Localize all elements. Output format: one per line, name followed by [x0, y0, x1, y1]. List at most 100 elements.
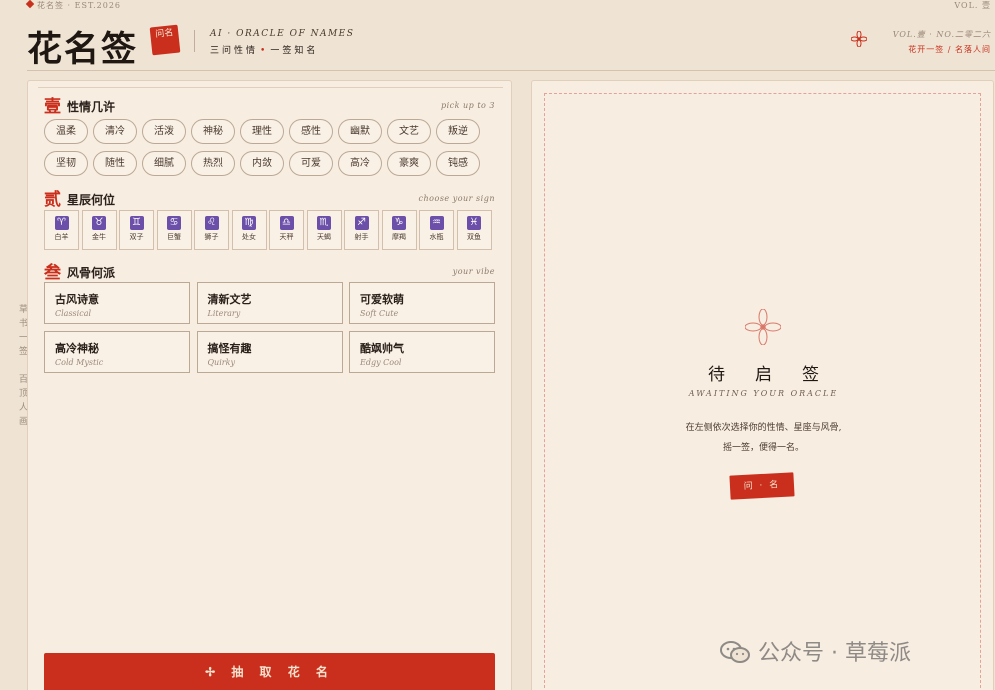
temperament-tag[interactable]: 可爱: [289, 151, 333, 176]
awaiting-description: 在左侧依次选择你的性情、星座与风骨, 摇一签，便得一名。: [685, 423, 842, 453]
vibe-option[interactable]: 可爱软萌 Soft Cute: [349, 282, 495, 324]
flower-icon: [745, 309, 781, 345]
vibe-name-cn: 古风诗意: [55, 293, 99, 306]
temperament-tag[interactable]: 高冷: [338, 151, 382, 176]
ask-name-button[interactable]: 问 · 名: [729, 472, 795, 500]
header-rule: [27, 70, 995, 71]
vibe-name-cn: 搞怪有趣: [207, 342, 252, 355]
subtitle-cn: 三问性情 • 一签知名: [210, 46, 319, 56]
awaiting-subtitle: AWAITING YOUR ORACLE: [688, 389, 839, 398]
zodiac-symbol-icon: ♒: [429, 216, 444, 230]
zodiac-name: 天蝎: [317, 233, 331, 241]
section-title-temperament: 壹性情几许: [44, 97, 116, 117]
zodiac-name: 白羊: [54, 233, 69, 241]
brand-title: 花名签: [27, 29, 139, 70]
zodiac-symbol-icon: ♎: [279, 216, 294, 230]
zodiac-option[interactable]: ♒ 水瓶: [419, 210, 454, 250]
vibe-option[interactable]: 高冷神秘 Cold Mystic: [44, 331, 190, 373]
vibe-name-en: Literary: [207, 309, 241, 318]
zodiac-symbol-icon: ♑: [392, 216, 406, 230]
draw-name-button[interactable]: ✢ 抽 取 花 名: [44, 653, 495, 690]
temperament-tag[interactable]: 理性: [240, 119, 284, 144]
vibe-name-cn: 高冷神秘: [55, 342, 99, 355]
zodiac-name: 处女: [242, 233, 256, 241]
section-title-zodiac: 贰星辰何位: [44, 190, 116, 210]
temperament-tag[interactable]: 叛逆: [436, 119, 480, 144]
zodiac-name: 双鱼: [467, 233, 481, 241]
zodiac-name: 金牛: [92, 233, 106, 241]
vibe-option[interactable]: 清新文艺 Literary: [196, 282, 343, 324]
zodiac-symbol-icon: ♈: [54, 216, 69, 230]
vibe-option[interactable]: 古风诗意 Classical: [44, 282, 190, 324]
zodiac-name: 摩羯: [392, 233, 406, 241]
issue-number: VOL.壹 · NO.二零二六: [892, 30, 991, 39]
temperament-tag[interactable]: 豪爽: [387, 151, 431, 176]
section-hint-temperament: pick up to 3: [440, 101, 495, 110]
zodiac-name: 狮子: [204, 233, 219, 241]
temperament-tag[interactable]: 温柔: [44, 119, 88, 144]
vibe-option[interactable]: 搞怪有趣 Quirky: [196, 331, 343, 373]
zodiac-symbol-icon: ♉: [92, 216, 106, 230]
section-hint-vibe: your vibe: [452, 267, 495, 276]
zodiac-option[interactable]: ♎ 天秤: [269, 210, 304, 250]
temperament-tag[interactable]: 内敛: [240, 151, 284, 176]
zodiac-symbol-icon: ♌: [204, 216, 219, 230]
selection-panel: 壹性情几许 pick up to 3 温柔 清冷 活泼 神秘 理性 感性 幽默 文艺 叛逆坚韧随…: [27, 80, 512, 690]
header-meta: VOL.壹 · NO.二零二六 花开一签 / 名落人间: [893, 29, 991, 55]
wechat-icon: [720, 641, 750, 663]
zodiac-option[interactable]: ♍ 处女: [231, 210, 267, 250]
vibe-name-cn: 酷飒帅气: [360, 342, 404, 355]
section-hint-zodiac: choose your sign: [418, 194, 495, 203]
zodiac-symbol-icon: ♊: [129, 216, 144, 230]
zodiac-option[interactable]: ♊ 双子: [119, 210, 154, 250]
subtitle-en: AI · ORACLE OF NAMES: [210, 29, 355, 39]
result-panel: 待启签 AWAITING YOUR ORACLE 在左侧依次选择你的性情、星座与…: [531, 80, 994, 690]
vibe-name-en: Soft Cute: [360, 309, 399, 318]
zodiac-symbol-icon: ♓: [467, 216, 481, 230]
zodiac-option[interactable]: ♏ 天蝎: [306, 210, 342, 250]
temperament-tag[interactable]: 细腻: [142, 151, 186, 176]
temperament-tag[interactable]: 钝感: [436, 151, 480, 176]
zodiac-name: 双子: [129, 233, 144, 241]
vibe-name-en: Cold Mystic: [55, 358, 104, 367]
temperament-tag[interactable]: 神秘: [191, 119, 235, 144]
est-label: 花名签 · EST.2026: [25, 0, 121, 11]
zodiac-option[interactable]: ♓ 双鱼: [456, 210, 492, 250]
awaiting-title: 待启签: [708, 365, 849, 385]
diamond-icon: [25, 0, 35, 9]
temperament-tag[interactable]: 坚韧: [44, 151, 88, 176]
vibe-name-cn: 清新文艺: [207, 293, 252, 306]
temperament-tag[interactable]: 感性: [289, 119, 333, 144]
zodiac-symbol-icon: ♍: [242, 216, 256, 230]
zodiac-option[interactable]: ♌ 狮子: [194, 210, 229, 250]
zodiac-symbol-icon: ♐: [354, 216, 369, 230]
flower-icon: [851, 31, 867, 47]
seal-stamp: 问名: [149, 24, 181, 56]
section-title-vibe: 叁风骨何派: [44, 263, 116, 283]
temperament-tag[interactable]: 活泼: [142, 119, 186, 144]
motto: 花开一签 / 名落人间: [908, 45, 991, 54]
zodiac-option[interactable]: ♉ 金牛: [81, 210, 117, 250]
watermark: 公众号 · 草莓派: [720, 635, 911, 667]
vol-label: VOL. 壹: [954, 1, 991, 10]
zodiac-name: 巨蟹: [167, 233, 181, 241]
zodiac-option[interactable]: ♑ 摩羯: [381, 210, 417, 250]
top-strip: 花名签 · EST.2026 VOL. 壹: [0, 0, 995, 12]
vibe-option[interactable]: 酷飒帅气 Edgy Cool: [349, 331, 495, 373]
vibe-name-cn: 可爱软萌: [360, 293, 404, 306]
zodiac-name: 天秤: [279, 233, 294, 241]
zodiac-symbol-icon: ♋: [167, 216, 181, 230]
vibe-name-en: Edgy Cool: [360, 358, 402, 367]
vibe-name-en: Quirky: [207, 358, 235, 367]
temperament-tag[interactable]: 清冷: [93, 119, 137, 144]
temperament-tag[interactable]: 幽默: [338, 119, 382, 144]
temperament-tag[interactable]: 随性: [93, 151, 137, 176]
temperament-tag[interactable]: 热烈: [191, 151, 235, 176]
zodiac-option[interactable]: ♈ 白羊: [44, 210, 79, 250]
temperament-tag[interactable]: 文艺: [387, 119, 431, 144]
panel-rule: [38, 87, 503, 88]
zodiac-option[interactable]: ♐ 射手: [344, 210, 379, 250]
zodiac-name: 水瓶: [429, 233, 444, 241]
zodiac-option[interactable]: ♋ 巨蟹: [156, 210, 192, 250]
header-divider: [194, 30, 195, 52]
